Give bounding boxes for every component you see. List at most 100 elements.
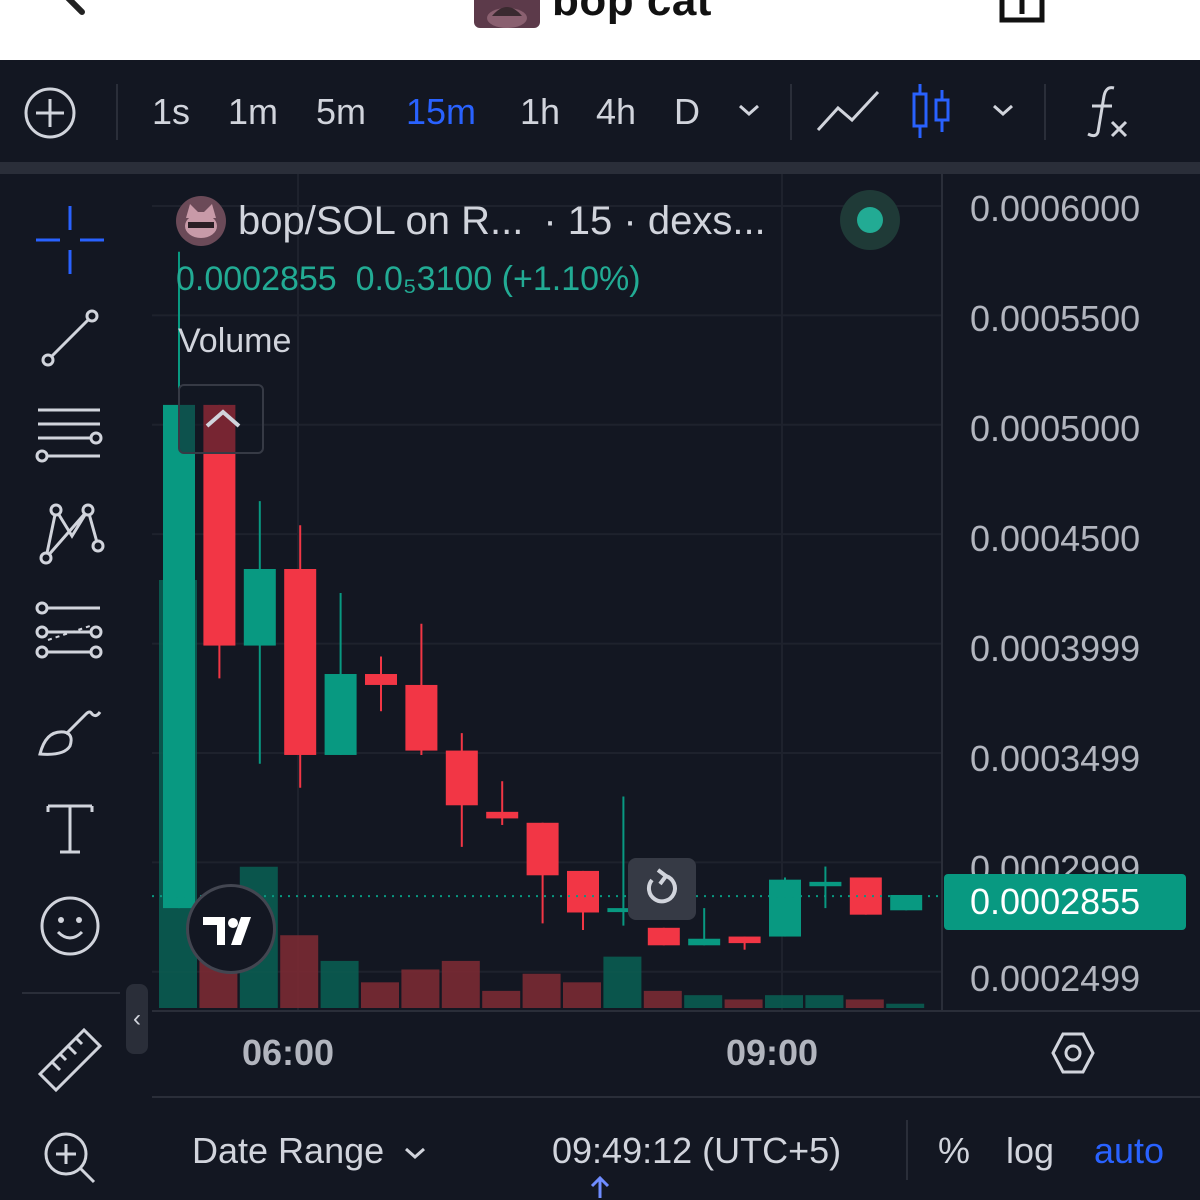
volume-bar xyxy=(886,1003,925,1008)
volume-bar xyxy=(482,990,521,1008)
volume-bar xyxy=(643,990,682,1008)
percent-scale-button[interactable]: % xyxy=(938,1130,970,1172)
zoom-icon[interactable] xyxy=(34,1122,106,1194)
market-open-dot xyxy=(857,207,883,233)
log-scale-button[interactable]: log xyxy=(1006,1130,1054,1172)
candle-body xyxy=(243,568,276,646)
price-scale-label: 0.0004500 xyxy=(970,518,1141,559)
line-chart-type-icon[interactable] xyxy=(816,88,880,134)
legend-symbol: bop/SOL on R... xyxy=(238,198,524,243)
interval-d[interactable]: D xyxy=(674,90,700,134)
reset-icon xyxy=(646,868,677,904)
volume-legend[interactable]: Volume xyxy=(178,322,291,361)
legend-price-row: 0.0002855 0.0₅3100 (+1.10%) xyxy=(176,260,641,299)
volume-bar xyxy=(805,995,844,1008)
volume-bar xyxy=(441,960,480,1008)
time-axis-label: 06:00 xyxy=(242,1032,335,1073)
price-scale-label: 0.0005500 xyxy=(970,298,1141,339)
crosshair-icon[interactable] xyxy=(34,204,106,276)
candle-body xyxy=(405,684,438,751)
ruler-icon[interactable] xyxy=(34,1024,106,1096)
volume-bar xyxy=(280,935,319,1008)
auto-scale-button[interactable]: auto xyxy=(1094,1130,1164,1172)
legend-change: 0.0₅3100 (+1.10%) xyxy=(355,260,641,298)
legend-details: · 15 · dexs... xyxy=(543,198,766,243)
brush-icon[interactable] xyxy=(34,694,106,766)
candle-body xyxy=(486,811,519,819)
legend-price: 0.0002855 xyxy=(176,260,337,298)
toolbar-separator xyxy=(790,84,792,140)
date-range-label: Date Range xyxy=(192,1130,385,1171)
arrow-up-icon xyxy=(590,1175,610,1198)
interval-15m[interactable]: 15m xyxy=(406,90,476,134)
token-icon xyxy=(176,196,226,246)
text-icon[interactable] xyxy=(34,792,106,864)
candle-body xyxy=(365,674,397,685)
interval-1h[interactable]: 1h xyxy=(520,90,560,134)
candle-body xyxy=(890,894,923,911)
collapse-legend-button[interactable] xyxy=(178,384,264,454)
trend-line-icon[interactable] xyxy=(34,302,106,374)
indicators-icon[interactable] xyxy=(1084,84,1130,138)
toolbar-separator xyxy=(116,84,118,140)
candle-body xyxy=(647,927,680,946)
tradingview-logo[interactable] xyxy=(186,884,276,974)
candles-chart-type-icon[interactable] xyxy=(910,82,954,140)
volume-bar xyxy=(320,960,359,1008)
volume-bar xyxy=(361,982,399,1008)
volume-bar xyxy=(563,982,601,1008)
time-axis-label: 09:00 xyxy=(726,1032,819,1073)
volume-bar xyxy=(401,969,440,1008)
share-icon[interactable] xyxy=(998,0,1046,24)
price-scale-label: 0.0006000 xyxy=(970,188,1141,229)
tradingview-logo-icon xyxy=(203,917,251,945)
volume-bar xyxy=(684,995,723,1008)
interval-1s[interactable]: 1s xyxy=(152,90,190,134)
toolbar-separator xyxy=(1044,84,1046,140)
candle-body xyxy=(163,404,195,909)
candle-body xyxy=(688,938,721,946)
intervals-dropdown-icon[interactable] xyxy=(736,100,762,120)
volume-bar xyxy=(522,973,561,1008)
candle-body xyxy=(809,881,842,887)
volume-bar xyxy=(845,999,884,1008)
interval-4h[interactable]: 4h xyxy=(596,90,636,134)
price-scale-label: 0.0005000 xyxy=(970,408,1141,449)
chevron-up-icon xyxy=(205,409,241,428)
candle-body xyxy=(728,936,761,944)
candle-body xyxy=(769,879,801,937)
toolbar-divider xyxy=(22,992,120,994)
candle-body xyxy=(445,750,478,806)
fib-icon[interactable] xyxy=(34,596,106,668)
market-status-indicator[interactable] xyxy=(840,190,900,250)
back-arrow-icon[interactable] xyxy=(48,0,88,16)
chart-settings-icon[interactable] xyxy=(1050,1030,1096,1076)
candle-body xyxy=(284,568,317,755)
price-scale-label: 0.0003499 xyxy=(970,738,1141,779)
chevron-down-icon xyxy=(405,1147,426,1160)
add-symbol-icon[interactable] xyxy=(22,85,78,141)
toolbar-divider xyxy=(0,162,1200,174)
chart-type-dropdown-icon[interactable] xyxy=(990,100,1016,120)
date-range-button[interactable]: Date Range xyxy=(192,1130,428,1172)
interval-5m[interactable]: 5m xyxy=(316,90,366,134)
collapse-toolbar-handle[interactable]: ‹ xyxy=(126,984,148,1054)
price-scale-label: 0.0002499 xyxy=(970,958,1141,999)
candle-body xyxy=(526,822,559,876)
volume-bar xyxy=(765,995,803,1008)
token-avatar xyxy=(474,0,540,28)
chart-legend[interactable]: bop/SOL on R... · 15 · dexs... xyxy=(176,196,766,246)
volume-bar xyxy=(724,999,763,1008)
candle-body xyxy=(567,870,599,913)
app-title: bop cat xyxy=(552,0,712,25)
last-price-tag: 0.0002855 xyxy=(944,874,1186,930)
reset-chart-button[interactable] xyxy=(628,858,696,920)
interval-1m[interactable]: 1m xyxy=(228,90,278,134)
emoji-icon[interactable] xyxy=(34,890,106,962)
volume-bar xyxy=(603,956,642,1008)
pattern-icon[interactable] xyxy=(34,498,106,570)
horizontal-lines-icon[interactable] xyxy=(34,400,106,472)
candle-body xyxy=(324,674,357,755)
clock-timezone[interactable]: 09:49:12 (UTC+5) xyxy=(552,1130,841,1172)
bottom-bar-separator xyxy=(906,1120,908,1180)
